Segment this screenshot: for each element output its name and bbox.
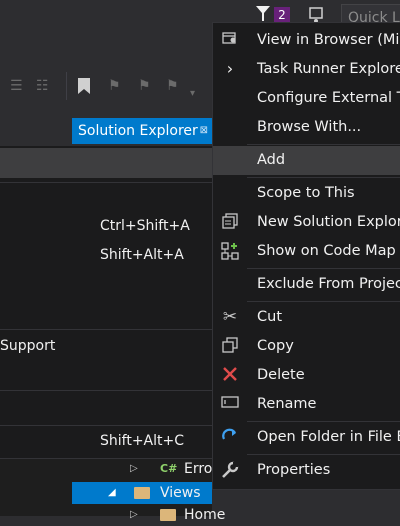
menu-separator bbox=[247, 301, 400, 302]
wrench-icon bbox=[221, 461, 239, 479]
expand-arrow-icon[interactable]: ▷ bbox=[130, 504, 138, 526]
bookmark-icon[interactable] bbox=[78, 78, 90, 94]
menu-item-view-in-browser[interactable]: View in Browser (Micr bbox=[213, 26, 400, 55]
menu-item-rename[interactable]: Rename bbox=[213, 390, 400, 419]
menu-item-label: Scope to This bbox=[257, 185, 355, 201]
submenu-item-new-item[interactable]: Ctrl+Shift+A bbox=[0, 212, 212, 240]
tree-item-label: Views bbox=[160, 485, 201, 501]
folder-icon bbox=[160, 509, 176, 521]
menu-item-exclude-from-project[interactable]: Exclude From Project bbox=[213, 270, 400, 299]
menu-item-label: Browse With... bbox=[257, 119, 362, 135]
menu-separator bbox=[247, 268, 400, 269]
menu-separator bbox=[0, 390, 212, 391]
menu-item-label: Support bbox=[0, 338, 56, 354]
menu-separator bbox=[0, 425, 212, 426]
menu-item-shortcut: Shift+Alt+A bbox=[100, 247, 184, 263]
submenu-highlight bbox=[0, 148, 212, 178]
refresh-icon bbox=[221, 428, 239, 446]
menu-item-properties[interactable]: Properties bbox=[213, 456, 400, 485]
menu-item-label: Configure External To bbox=[257, 90, 400, 106]
chevron-right-icon: › bbox=[226, 59, 234, 78]
pin-icon[interactable]: ⊠ bbox=[200, 118, 208, 144]
menu-item-label: View in Browser (Micr bbox=[257, 32, 400, 48]
rename-icon bbox=[221, 395, 239, 413]
submenu-item-existing-item[interactable]: Shift+Alt+A bbox=[0, 241, 212, 269]
tab-label: Solution Explorer bbox=[78, 123, 198, 139]
notification-badge[interactable]: 2 bbox=[274, 7, 290, 23]
prev-bookmark-icon[interactable]: ⚑ bbox=[108, 78, 121, 94]
menu-item-task-runner-explorer[interactable]: › Task Runner Explorer bbox=[213, 55, 400, 84]
menu-separator bbox=[0, 182, 212, 183]
menu-item-new-solution-explorer-view[interactable]: New Solution Explore bbox=[213, 208, 400, 237]
menu-item-label: Cut bbox=[257, 309, 282, 325]
menu-item-label: New Solution Explore bbox=[257, 214, 400, 230]
menu-item-delete[interactable]: Delete bbox=[213, 361, 400, 390]
menu-item-add[interactable]: Add bbox=[213, 146, 400, 175]
browser-icon bbox=[221, 31, 239, 49]
menu-separator bbox=[0, 329, 212, 330]
tree-item-label: Home bbox=[184, 507, 226, 523]
menu-item-label: Task Runner Explorer bbox=[257, 61, 400, 77]
menu-item-configure-external-tools[interactable]: Configure External To bbox=[213, 84, 400, 113]
delete-icon bbox=[221, 366, 239, 384]
menu-item-open-folder-in-file-explorer[interactable]: Open Folder in File Ex bbox=[213, 423, 400, 452]
code-map-icon bbox=[221, 242, 239, 260]
clear-bookmarks-icon[interactable]: ⚑ bbox=[166, 78, 179, 94]
menu-item-cut[interactable]: ✂ Cut bbox=[213, 303, 400, 332]
menu-item-scope-to-this[interactable]: Scope to This bbox=[213, 179, 400, 208]
menu-item-label: Rename bbox=[257, 396, 317, 412]
menu-item-label: Properties bbox=[257, 462, 331, 478]
context-menu: View in Browser (Micr › Task Runner Expl… bbox=[212, 22, 400, 490]
menu-separator bbox=[247, 421, 400, 422]
toolbar-overflow-icon[interactable]: ▾ bbox=[190, 88, 195, 99]
folder-icon bbox=[134, 487, 150, 499]
tab-solution-explorer[interactable]: Solution Explorer ⊠ bbox=[72, 118, 212, 144]
comment-icon[interactable]: ☷ bbox=[36, 78, 49, 94]
csharp-icon: C# bbox=[160, 462, 178, 475]
expand-arrow-icon[interactable]: ▷ bbox=[130, 458, 138, 480]
menu-separator bbox=[247, 177, 400, 178]
menu-item-label: Copy bbox=[257, 338, 294, 354]
filter-icon[interactable] bbox=[256, 6, 270, 22]
menu-item-copy[interactable]: Copy bbox=[213, 332, 400, 361]
next-bookmark-icon[interactable]: ⚑ bbox=[138, 78, 151, 94]
submenu-item-class[interactable]: Shift+Alt+C bbox=[0, 427, 212, 455]
menu-item-shortcut: Shift+Alt+C bbox=[100, 433, 185, 449]
menu-item-label: Add bbox=[257, 152, 286, 168]
collapse-arrow-icon[interactable]: ◢ bbox=[108, 482, 116, 504]
add-submenu: Ctrl+Shift+A Shift+Alt+A Support Shift+A… bbox=[0, 146, 213, 459]
menu-item-label: Show on Code Map bbox=[257, 243, 396, 259]
tree-item-label: Erro bbox=[184, 461, 213, 477]
menu-item-show-on-code-map[interactable]: Show on Code Map bbox=[213, 237, 400, 266]
menu-item-shortcut: Ctrl+Shift+A bbox=[100, 218, 190, 234]
copy-icon bbox=[221, 337, 239, 355]
menu-item-label: Open Folder in File Ex bbox=[257, 429, 400, 445]
new-window-icon bbox=[221, 213, 239, 231]
scissors-icon: ✂ bbox=[222, 307, 238, 327]
submenu-item-support[interactable]: Support bbox=[0, 332, 212, 360]
menu-item-label: Delete bbox=[257, 367, 305, 383]
menu-item-browse-with[interactable]: Browse With... bbox=[213, 113, 400, 142]
menu-item-label: Exclude From Project bbox=[257, 276, 400, 292]
menu-separator bbox=[247, 144, 400, 145]
menu-separator bbox=[247, 454, 400, 455]
toolbar-separator bbox=[66, 72, 67, 100]
outdent-icon[interactable]: ☰ bbox=[10, 78, 23, 94]
